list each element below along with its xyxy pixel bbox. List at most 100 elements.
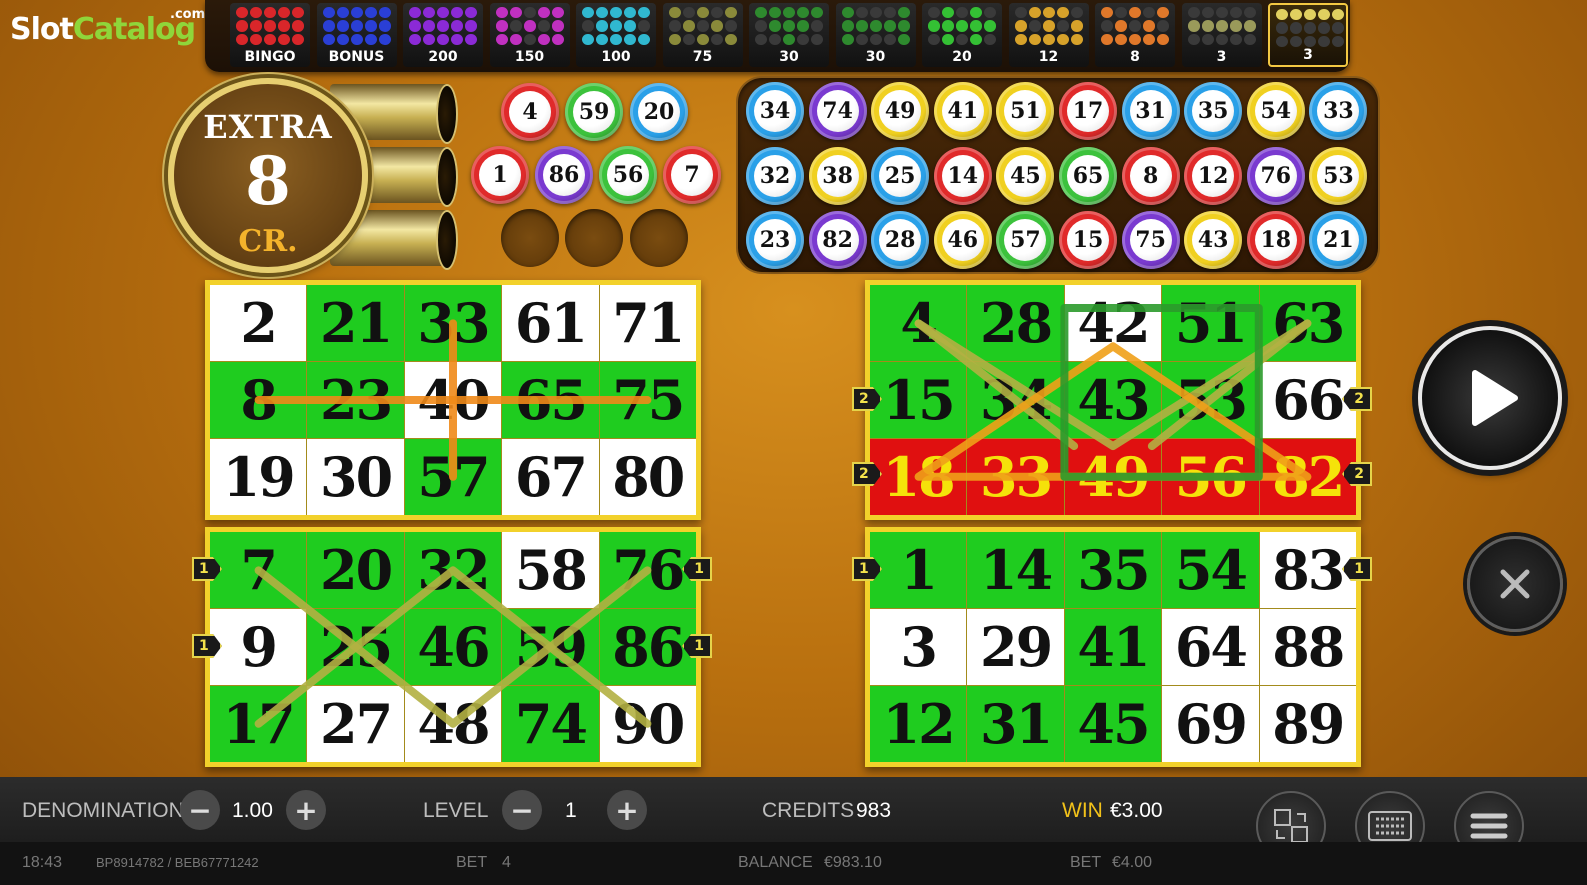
pattern-dot <box>495 33 508 45</box>
ball-number: 82 <box>816 219 859 261</box>
pattern-prize-10: 8 <box>1095 3 1175 67</box>
pattern-dot <box>423 7 435 19</box>
pattern-dot <box>1276 9 1288 21</box>
pattern-prize-label: 30 <box>865 49 886 65</box>
pattern-dot <box>956 33 968 45</box>
card-number-cell: 7 <box>210 532 307 608</box>
bingo-ball: 65 <box>1059 146 1117 205</box>
bingo-ball: 28 <box>871 211 930 269</box>
level-increase-button[interactable]: + <box>607 790 647 830</box>
ball-number: 33 <box>1317 90 1360 132</box>
pattern-dot <box>769 20 781 32</box>
bingo-ball: 46 <box>933 211 992 269</box>
bingo-ball: 21 <box>1309 211 1368 269</box>
card-number-cell: 25 <box>307 609 404 685</box>
denomination-value: 1.00 <box>232 799 273 822</box>
logo-slot: Slot <box>10 12 74 47</box>
pattern-dot <box>378 7 391 19</box>
pattern-dot <box>724 7 737 19</box>
pattern-dot <box>1129 7 1141 19</box>
pattern-prize-6: 30 <box>749 3 829 67</box>
play-button[interactable] <box>1418 326 1562 470</box>
card-number-cell: 64 <box>1162 609 1259 685</box>
pattern-dot <box>1332 9 1344 21</box>
pattern-dot <box>811 7 823 19</box>
pattern-dot <box>1201 20 1214 32</box>
card-number-cell: 54 <box>1162 532 1259 608</box>
pattern-dot <box>682 33 695 45</box>
bingo-ball: 38 <box>808 146 867 205</box>
bingo-ball: 18 <box>1246 211 1305 269</box>
pattern-dot <box>537 7 550 19</box>
pattern-prize-label: 100 <box>601 49 631 65</box>
pattern-dot <box>1304 35 1316 47</box>
pattern-dot <box>451 33 463 45</box>
pattern-dot <box>465 33 477 45</box>
pattern-dot <box>350 7 363 19</box>
card-number-cell: 88 <box>1259 609 1356 685</box>
pattern-dot <box>437 20 449 32</box>
pattern-prize-9: 12 <box>1008 3 1089 67</box>
pattern-dot <box>696 33 709 45</box>
ball-number: 59 <box>573 91 615 133</box>
pattern-dot <box>624 33 636 45</box>
pattern-dot <box>437 33 449 45</box>
card-number-cell: 3 <box>870 609 967 685</box>
extra-title: EXTRA <box>203 108 333 146</box>
pattern-dot <box>1290 35 1302 47</box>
pattern-dot <box>624 20 636 32</box>
pattern-dot <box>364 20 377 32</box>
pattern-dot <box>523 20 536 32</box>
pattern-dot <box>1243 33 1256 45</box>
denomination-decrease-button[interactable]: − <box>180 790 220 830</box>
card-number-cell: 45 <box>1064 686 1162 762</box>
pattern-dot <box>582 7 594 19</box>
pattern-dot <box>250 7 262 19</box>
card-number-cell: 42 <box>1064 285 1162 361</box>
bingo-ball: 43 <box>1184 211 1243 269</box>
ball-number: 76 <box>1254 154 1297 197</box>
card-number-cell: 33 <box>404 285 502 361</box>
pattern-dot <box>495 7 508 19</box>
pattern-dot <box>755 33 767 45</box>
bingo-ball: 49 <box>871 82 930 140</box>
ball-number: 1 <box>479 154 521 196</box>
ball-number: 56 <box>607 154 649 196</box>
pattern-dot <box>322 20 335 32</box>
pattern-dot <box>710 7 723 19</box>
card-number-cell: 80 <box>599 439 696 515</box>
ball-number: 17 <box>1067 90 1109 132</box>
level-decrease-button[interactable]: − <box>502 790 542 830</box>
pattern-dot <box>883 20 896 32</box>
bingo-ball: 86 <box>535 146 593 204</box>
pattern-dot <box>797 7 809 19</box>
drawn-balls-panel: 34 74 49 41 51 17 31 35 54 33 32 38 25 14 45 65 8 12 76 53 2… <box>738 78 1378 272</box>
pattern-dot <box>769 7 781 19</box>
pattern-dot <box>1318 22 1330 34</box>
denomination-increase-button[interactable]: + <box>286 790 326 830</box>
pattern-dot <box>841 33 854 45</box>
pattern-dot <box>596 20 608 32</box>
pattern-dot <box>1042 20 1055 32</box>
pattern-dot <box>409 20 421 32</box>
pattern-prize-1: BONUS <box>316 3 397 67</box>
bingo-ball: 45 <box>996 146 1055 205</box>
pattern-dot <box>970 7 982 19</box>
pattern-dots <box>1187 7 1256 45</box>
ball-number: 49 <box>879 90 922 132</box>
pattern-dot <box>855 20 868 32</box>
pattern-prize-4: 100 <box>576 3 656 67</box>
ball-number: 14 <box>941 154 984 197</box>
pattern-prize-label: 150 <box>514 49 545 65</box>
card-number-cell: 59 <box>502 609 599 685</box>
pattern-dot <box>811 20 823 32</box>
ball-number: 12 <box>1192 154 1235 197</box>
pattern-dot <box>1101 7 1113 19</box>
close-button[interactable] <box>1467 536 1563 632</box>
bingo-ball: 31 <box>1121 82 1180 140</box>
pattern-prize-0: BINGO <box>230 3 310 67</box>
ball-number: 21 <box>1317 219 1360 261</box>
pattern-dot <box>336 7 349 19</box>
pattern-dots <box>755 7 823 45</box>
bingo-ball: 75 <box>1121 211 1180 269</box>
